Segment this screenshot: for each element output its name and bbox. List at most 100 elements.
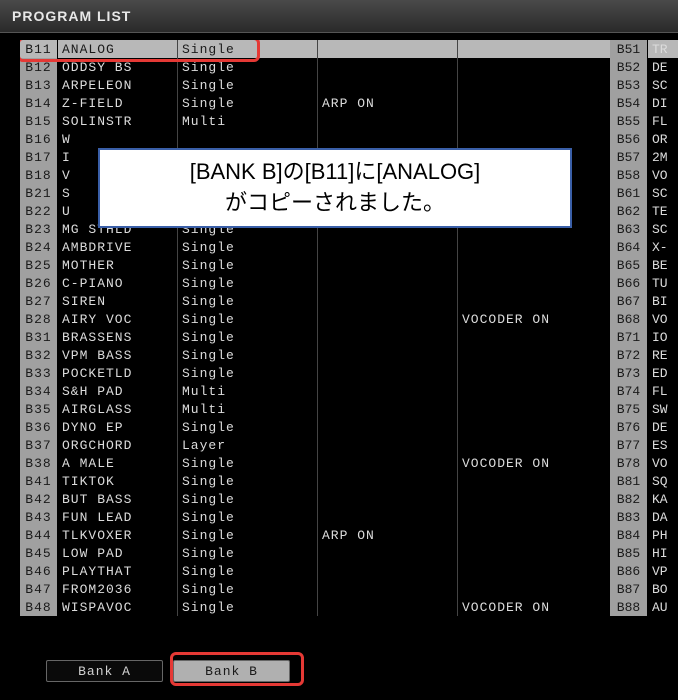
program-row[interactable]: B51TR xyxy=(610,40,678,58)
program-row[interactable]: B32VPM BASSSingle xyxy=(20,346,678,364)
program-row[interactable]: B75SW xyxy=(610,400,678,418)
slot-label: B86 xyxy=(610,562,648,580)
program-row[interactable]: B47FROM2036Single xyxy=(20,580,678,598)
program-row[interactable]: B42BUT BASSSingle xyxy=(20,490,678,508)
program-row[interactable]: B54DI xyxy=(610,94,678,112)
titlebar: PROGRAM LIST xyxy=(0,0,678,33)
program-name: FUN LEAD xyxy=(58,508,178,526)
program-flag1 xyxy=(318,328,458,346)
program-row[interactable]: B53SC xyxy=(610,76,678,94)
program-row[interactable]: B43FUN LEADSingle xyxy=(20,508,678,526)
bank-b-tab[interactable]: Bank B xyxy=(173,660,290,682)
slot-label: B47 xyxy=(20,580,58,598)
program-row[interactable]: B11ANALOGSingle xyxy=(20,40,678,58)
slot-label: B21 xyxy=(20,184,58,202)
program-name: VP xyxy=(648,564,668,579)
program-row[interactable]: B14Z-FIELDSingleARP ON xyxy=(20,94,678,112)
slot-label: B62 xyxy=(610,202,648,220)
slot-label: B16 xyxy=(20,130,58,148)
program-flag2 xyxy=(458,346,607,364)
program-row[interactable]: B572M xyxy=(610,148,678,166)
program-row[interactable]: B68VO xyxy=(610,310,678,328)
slot-label: B65 xyxy=(610,256,648,274)
program-row[interactable]: B72RE xyxy=(610,346,678,364)
program-row[interactable]: B28AIRY VOCSingleVOCODER ON xyxy=(20,310,678,328)
program-name: DE xyxy=(648,60,668,75)
program-row[interactable]: B33POCKETLDSingle xyxy=(20,364,678,382)
program-row[interactable]: B26C-PIANOSingle xyxy=(20,274,678,292)
program-row[interactable]: B66TU xyxy=(610,274,678,292)
program-row[interactable]: B38A MALESingleVOCODER ON xyxy=(20,454,678,472)
program-row[interactable]: B37ORGCHORDLayer xyxy=(20,436,678,454)
program-row[interactable]: B71IO xyxy=(610,328,678,346)
program-name: RE xyxy=(648,348,668,363)
program-row[interactable]: B65BE xyxy=(610,256,678,274)
program-row[interactable]: B76DE xyxy=(610,418,678,436)
program-row[interactable]: B36DYNO EPSingle xyxy=(20,418,678,436)
program-row[interactable]: B83DA xyxy=(610,508,678,526)
program-row[interactable]: B27SIRENSingle xyxy=(20,292,678,310)
program-name: X- xyxy=(648,240,668,255)
program-name: DE xyxy=(648,420,668,435)
program-row[interactable]: B24AMBDRIVESingle xyxy=(20,238,678,256)
program-row[interactable]: B84PH xyxy=(610,526,678,544)
program-row[interactable]: B73ED xyxy=(610,364,678,382)
slot-label: B76 xyxy=(610,418,648,436)
program-row[interactable]: B62TE xyxy=(610,202,678,220)
program-flag2: VOCODER ON xyxy=(458,310,607,328)
program-row[interactable]: B34S&H PADMulti xyxy=(20,382,678,400)
program-name: VO xyxy=(648,168,668,183)
program-row[interactable]: B81SQ xyxy=(610,472,678,490)
program-flag2 xyxy=(458,418,607,436)
program-flag1: ARP ON xyxy=(318,526,458,544)
program-name: BI xyxy=(648,294,668,309)
program-flag1 xyxy=(318,346,458,364)
slot-label: B75 xyxy=(610,400,648,418)
program-row[interactable]: B82KA xyxy=(610,490,678,508)
program-row[interactable]: B31BRASSENSSingle xyxy=(20,328,678,346)
program-mode: Single xyxy=(178,364,318,382)
program-name: AU xyxy=(648,600,668,615)
program-row[interactable]: B64X- xyxy=(610,238,678,256)
program-row[interactable]: B13ARPELEONSingle xyxy=(20,76,678,94)
program-flag2 xyxy=(458,292,607,310)
program-name: LOW PAD xyxy=(58,544,178,562)
program-name: DA xyxy=(648,510,668,525)
program-mode: Single xyxy=(178,346,318,364)
program-row[interactable]: B12ODDSY BSSingle xyxy=(20,58,678,76)
program-name: SOLINSTR xyxy=(58,112,178,130)
program-name: PH xyxy=(648,528,668,543)
program-row[interactable]: B16W xyxy=(20,130,678,148)
program-row[interactable]: B87BO xyxy=(610,580,678,598)
program-name: BO xyxy=(648,582,668,597)
program-flag2 xyxy=(458,40,607,58)
program-row[interactable]: B85HI xyxy=(610,544,678,562)
program-row[interactable]: B48WISPAVOCSingleVOCODER ON xyxy=(20,598,678,616)
slot-label: B27 xyxy=(20,292,58,310)
program-row[interactable]: B44TLKVOXERSingleARP ON xyxy=(20,526,678,544)
program-row[interactable]: B63SC xyxy=(610,220,678,238)
program-row[interactable]: B15SOLINSTRMulti xyxy=(20,112,678,130)
program-row[interactable]: B45LOW PADSingle xyxy=(20,544,678,562)
program-flag1 xyxy=(318,256,458,274)
program-row[interactable]: B41TIKTOKSingle xyxy=(20,472,678,490)
program-row[interactable]: B35AIRGLASSMulti xyxy=(20,400,678,418)
bank-a-tab[interactable]: Bank A xyxy=(46,660,163,682)
slot-label: B28 xyxy=(20,310,58,328)
program-row[interactable]: B46PLAYTHATSingle xyxy=(20,562,678,580)
program-mode: Single xyxy=(178,580,318,598)
program-row[interactable]: B86VP xyxy=(610,562,678,580)
program-row[interactable]: B67BI xyxy=(610,292,678,310)
program-row[interactable]: B61SC xyxy=(610,184,678,202)
program-row[interactable]: B88AU xyxy=(610,598,678,616)
program-row[interactable]: B52DE xyxy=(610,58,678,76)
program-row[interactable]: B74FL xyxy=(610,382,678,400)
program-row[interactable]: B25MOTHERSingle xyxy=(20,256,678,274)
program-mode: Single xyxy=(178,40,318,58)
program-row[interactable]: B78VO xyxy=(610,454,678,472)
program-row[interactable]: B58VO xyxy=(610,166,678,184)
program-name: SC xyxy=(648,186,668,201)
program-row[interactable]: B56OR xyxy=(610,130,678,148)
program-row[interactable]: B77ES xyxy=(610,436,678,454)
program-row[interactable]: B55FL xyxy=(610,112,678,130)
